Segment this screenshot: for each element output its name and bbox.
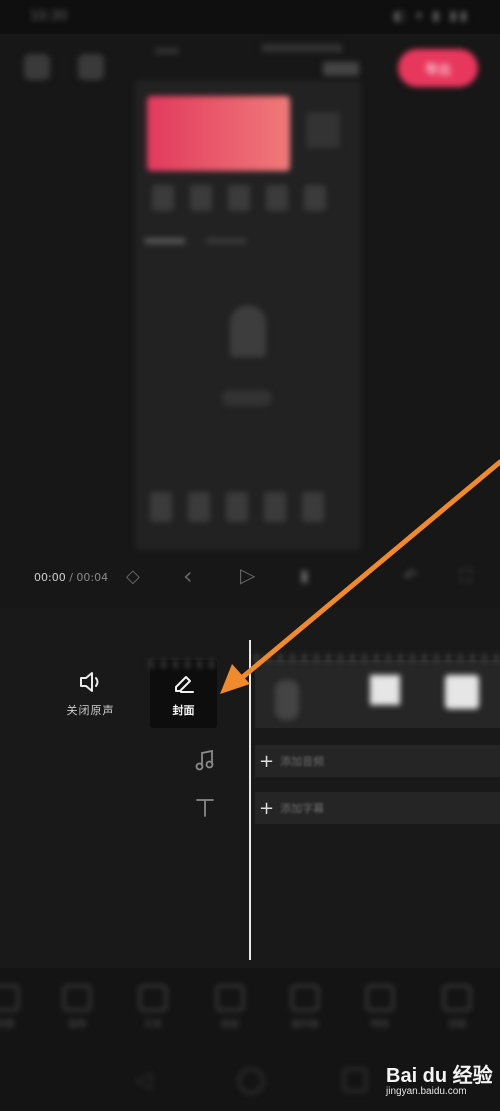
cover-label: 封面 [172,704,195,717]
export-button[interactable]: 导出 [398,49,478,87]
speaker-icon [79,672,98,692]
current-time: 00:00 [34,571,66,584]
music-icon [63,985,91,1011]
help-icon[interactable] [78,54,104,80]
tool-label: 剪辑 [0,1020,14,1030]
cover-ticks [150,660,217,668]
status-bar: 10:30 ◧ ▾ ▮ ▮▮ [0,0,500,34]
pip-icon [291,985,319,1011]
add-text-track[interactable]: + 添加字幕 [255,792,500,824]
preview-side-icon [306,112,340,148]
time-separator: / [65,571,77,584]
pencil-icon [174,676,194,693]
playhead[interactable] [249,640,251,960]
avatar-placeholder-icon [230,305,266,357]
play-icon[interactable]: ▷ [240,563,255,587]
preview-banner [147,96,290,171]
tool-label: 文本 [143,1020,162,1030]
effects-icon [366,985,394,1011]
filter-icon [443,985,471,1011]
add-text-label: 添加字幕 [280,802,325,815]
nav-back-icon[interactable]: ◁ [135,1068,152,1093]
time-readout: 00:00 / 00:04 [34,571,108,584]
undo-icon[interactable]: ↶ [404,566,417,585]
preview-bottom-row [150,492,340,526]
status-indicators: ◧ ▾ ▮ ▮▮ [393,9,470,24]
mute-original-button[interactable]: 关闭原声 [58,670,123,718]
clip-thumb [275,680,299,720]
sticker-icon [216,985,244,1011]
preview-icon-row [152,185,342,215]
plus-icon: + [259,750,275,772]
previous-icon[interactable]: ‹ [183,562,193,590]
tool-edit[interactable]: 剪辑 [0,985,30,1030]
tool-effects[interactable]: 特效 [355,985,405,1030]
tool-audio[interactable]: 音频 [52,985,102,1030]
total-time: 00:04 [76,571,109,584]
video-track[interactable] [255,654,500,728]
clip-thumb-2 [370,675,400,705]
preview-button [222,390,272,406]
keyframe-icon[interactable]: ◇ [126,566,140,587]
fullscreen-icon[interactable]: ⛶ [460,566,471,586]
watermark-main: Bai du 经验 [386,1065,493,1087]
text-icon [139,985,167,1011]
tool-label: 音频 [67,1020,86,1030]
nav-recent-icon[interactable] [343,1068,367,1092]
tool-label: 滤镜 [447,1020,466,1030]
music-note-icon [194,748,216,778]
scissors-icon [0,985,19,1011]
text-t-icon [194,795,216,825]
resolution-indicator[interactable] [155,48,179,54]
title-indicator [262,44,342,52]
timeline-ruler [255,654,500,662]
preview-tab-2 [206,238,246,244]
baidu-watermark: Bai du 经验 jingyan.baidu.com [386,1059,496,1107]
tool-label: 特效 [370,1020,389,1030]
tool-text[interactable]: 文本 [128,985,178,1030]
tool-label: 贴纸 [220,1020,239,1030]
tool-label: 画中画 [291,1020,319,1030]
cover-button[interactable]: 封面 [150,660,217,728]
tool-filter[interactable]: 滤镜 [432,985,482,1030]
clip-thumb-3 [445,675,479,709]
close-icon[interactable] [24,54,50,80]
nav-home-icon[interactable] [238,1068,264,1094]
tool-sticker[interactable]: 贴纸 [205,985,255,1030]
mute-label: 关闭原声 [66,704,115,717]
plus-icon: + [259,797,275,819]
preview-tab [145,238,185,244]
next-icon[interactable]: ▮ [300,566,309,585]
add-audio-track[interactable]: + 添加音频 [255,745,500,777]
add-audio-label: 添加音频 [280,755,325,768]
status-time: 10:30 [30,9,68,24]
hd-badge[interactable] [323,62,359,76]
tool-pip[interactable]: 画中画 [280,985,330,1030]
